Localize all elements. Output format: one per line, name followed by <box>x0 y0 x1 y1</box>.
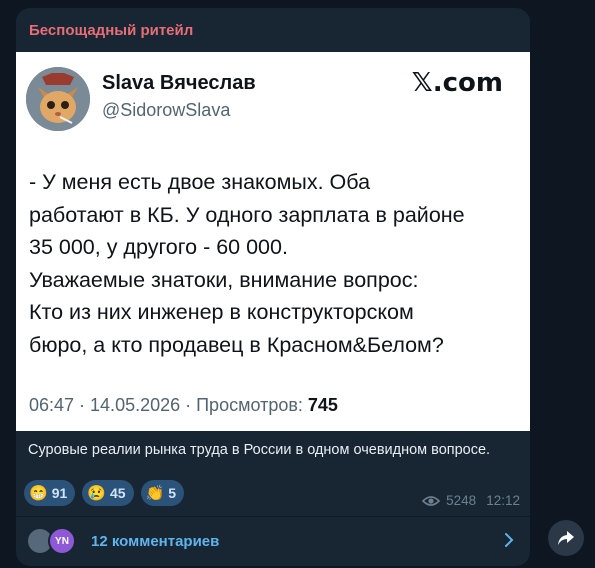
reaction-count: 5 <box>168 485 177 501</box>
tweet-text: - У меня есть двое знакомых. Оба работаю… <box>29 166 524 361</box>
reaction-cry[interactable]: 😢 45 <box>82 480 134 506</box>
eye-icon <box>422 495 441 506</box>
share-button[interactable] <box>548 520 584 556</box>
author-handle: @SidorowSlava <box>102 100 231 120</box>
cry-emoji-icon: 😢 <box>87 484 106 502</box>
message-caption: Суровые реалии рынка труда в России в од… <box>28 442 491 458</box>
share-arrow-icon <box>558 531 574 545</box>
chevron-right-icon <box>505 533 514 547</box>
tweet-timestamp: 06:47 · 14.05.2026 · Просмотров: <box>29 395 308 415</box>
commenter-avatars: YN <box>26 527 82 555</box>
reaction-clap[interactable]: 👏 5 <box>140 480 185 506</box>
tweet-line: Уважаемые знатоки, внимание вопрос: <box>29 267 419 292</box>
channel-name[interactable]: Беспощадный ритейл <box>29 22 193 39</box>
x-logo: 𝕏.com <box>411 68 503 98</box>
tweet-views: 745 <box>307 395 338 415</box>
commenter-avatar: YN <box>48 527 76 555</box>
reaction-count: 45 <box>109 485 126 501</box>
tweet-line: бюро, а кто продавец в Красном&Белом? <box>29 332 444 357</box>
tweet-meta: 06:47 · 14.05.2026 · Просмотров: 745 <box>29 395 338 416</box>
author-avatar <box>26 67 90 131</box>
view-count: 5248 <box>446 493 477 508</box>
message-bubble: Беспощадный ритейл Slava Вячеслав @Sidor… <box>16 8 530 566</box>
message-time: 12:12 <box>486 493 520 508</box>
tweet-card[interactable]: Slava Вячеслав @SidorowSlava 𝕏.com - У м… <box>16 52 530 431</box>
reactions-bar: 😁 91 😢 45 👏 5 <box>24 480 185 506</box>
message-meta: 5248 12:12 <box>422 493 520 508</box>
clap-emoji-icon: 👏 <box>145 484 165 502</box>
tweet-line: - У меня есть двое знакомых. Оба <box>29 170 371 194</box>
reaction-grin[interactable]: 😁 91 <box>24 480 76 506</box>
comments-label: 12 комментариев <box>91 533 220 550</box>
author-name: Slava Вячеслав <box>102 72 256 94</box>
tweet-line: 35 000, у другого - 60 000. <box>29 235 288 259</box>
comments-button[interactable]: YN 12 комментариев <box>16 517 530 566</box>
tweet-line: Кто из них инженер в конструкторском <box>29 300 414 324</box>
grin-emoji-icon: 😁 <box>29 484 48 502</box>
tweet-line: работают в КБ. У одного зарплата в район… <box>29 202 465 227</box>
reaction-count: 91 <box>51 485 68 501</box>
